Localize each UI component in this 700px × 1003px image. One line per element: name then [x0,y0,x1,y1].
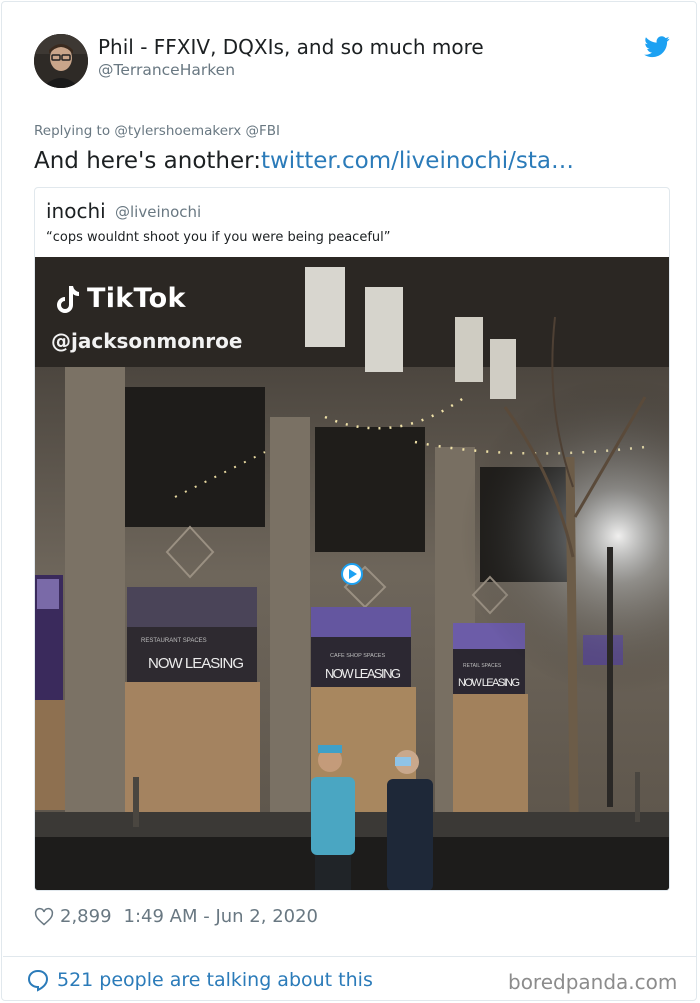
quoted-tweet[interactable]: inochi @liveinochi “cops wouldnt shoot y… [34,187,670,891]
tweet-meta: 2,899 1:49 AM - Jun 2, 2020 [34,905,318,929]
tiktok-logo: TikTok [55,283,186,314]
sign-now-leasing-2: NOW LEASING [325,666,401,681]
divider [3,956,697,957]
reply-mentions[interactable]: @tylershoemakerx @FBI [114,123,280,139]
tweet-link[interactable]: twitter.com/liveinochi/sta… [261,148,574,174]
tweet-body: And here's another: [34,148,261,174]
tiktok-username: @jacksonmonroe [51,329,243,353]
like-count[interactable]: 2,899 [60,905,112,929]
tweet-text: And here's another:twitter.com/liveinoch… [34,146,574,176]
quoted-handle[interactable]: @liveinochi [115,203,201,221]
replying-prefix: Replying to [34,123,115,139]
author-handle[interactable]: @TerranceHarken [98,60,235,80]
sign-small-3: RETAIL SPACES [463,663,502,669]
embedded-tweet-card: Phil - FFXIV, DQXIs, and so much more @T… [1,1,697,1001]
replying-to: Replying to @tylershoemakerx @FBI [34,122,280,140]
sign-now-leasing-3: NOW LEASING [458,677,520,689]
conversation-label[interactable]: 521 people are talking about this [57,967,373,993]
sign-now-leasing-1: NOW LEASING [148,655,244,672]
author-display-name[interactable]: Phil - FFXIV, DQXIs, and so much more [98,34,484,60]
sign-small-2: CAFE SHOP SPACES [330,653,385,659]
avatar[interactable] [34,34,88,88]
tiktok-note-icon [57,285,79,313]
conversation-link[interactable]: 521 people are talking about this [26,967,373,993]
play-icon[interactable] [341,563,363,585]
quoted-text: “cops wouldnt shoot you if you were bein… [46,230,391,245]
tiktok-brand: TikTok [87,283,186,314]
quoted-display-name[interactable]: inochi [46,199,106,223]
timestamp[interactable]: 1:49 AM - Jun 2, 2020 [124,905,318,929]
twitter-bird-icon[interactable] [644,36,670,58]
watermark: boredpanda.com [508,970,678,994]
sign-small-1: RESTAURANT SPACES [141,638,207,644]
video-thumbnail[interactable]: RESTAURANT SPACES NOW LEASING CAFE SHOP … [35,257,669,890]
heart-icon[interactable] [34,907,54,927]
speech-bubble-icon [27,969,49,992]
